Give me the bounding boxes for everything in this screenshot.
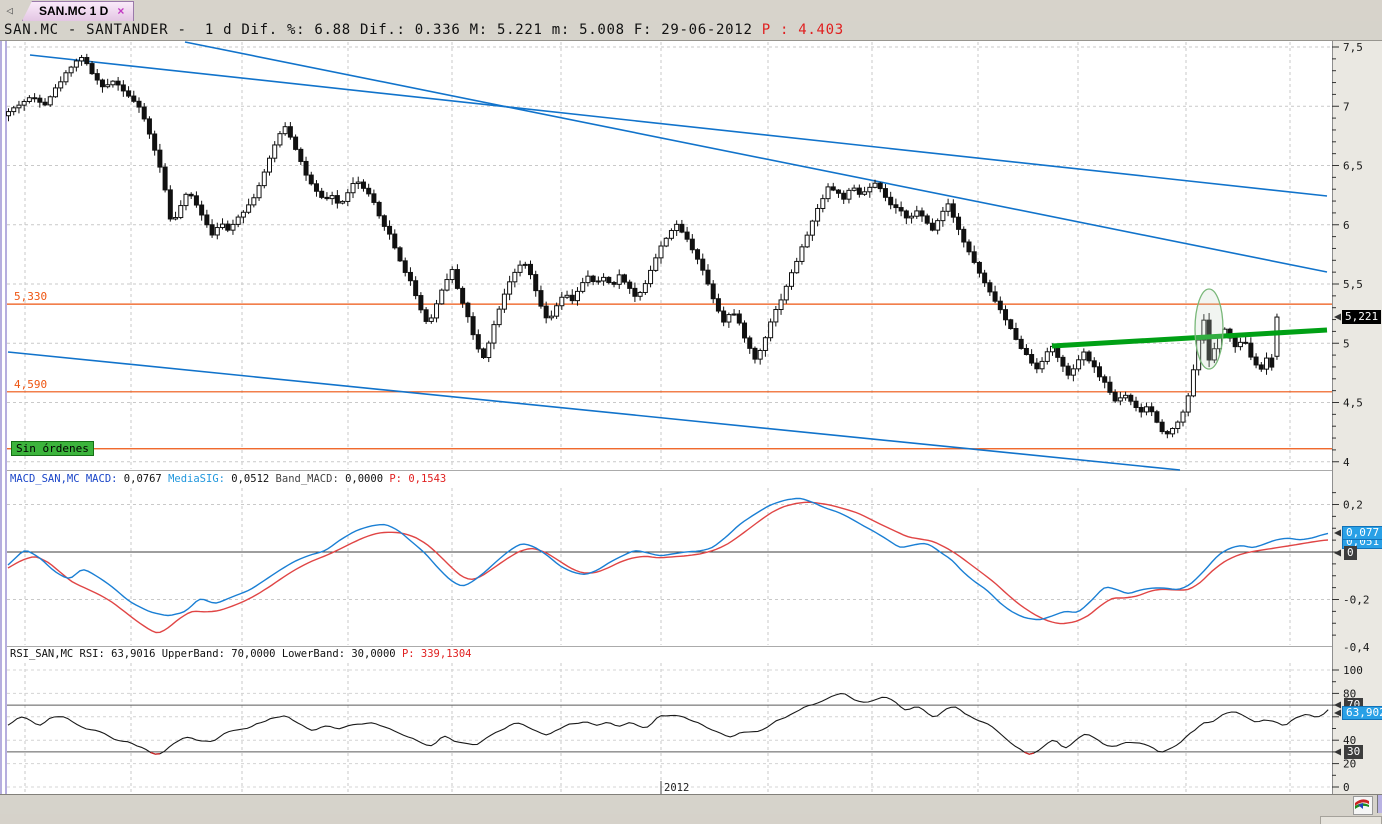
trading-app-window: ◁ SAN.MC 1 D × SAN.MC - SANTANDER - 1 d D… <box>0 0 1382 824</box>
year-label: 2012 <box>664 782 690 794</box>
rsi-chart-area[interactable] <box>7 662 1332 794</box>
last-price-tag: 5,221 <box>1342 310 1382 324</box>
price-chart-area[interactable] <box>7 41 1332 470</box>
right-edge-partial-widget <box>1377 795 1382 813</box>
header-ohlc-info: Dif. %: 6.88 Dif.: 0.336 M: 5.221 m: 5.0… <box>241 22 762 38</box>
macd-chart-area[interactable] <box>7 487 1332 646</box>
macd-label-part-2: MediaSIG: <box>168 473 232 485</box>
macd-label-part-5: 0,0000 <box>345 473 390 485</box>
header-symbol-info: SAN.MC - SANTANDER - 1 d <box>4 22 242 38</box>
macd-label-part-1: 0,0767 <box>123 473 169 485</box>
right-price-axis[interactable] <box>1332 41 1382 794</box>
tab-bar: ◁ SAN.MC 1 D × <box>0 0 1382 21</box>
macd-band-tag: 0 <box>1344 546 1357 560</box>
left-panel-strip <box>0 41 7 814</box>
header-p-value: P : 4.403 <box>761 22 844 38</box>
macd-value-tag: 0,077 <box>1342 526 1382 540</box>
macd-label-part-3: 0,0512 <box>231 473 276 485</box>
tab-label: SAN.MC 1 D <box>39 4 109 18</box>
tab-san-mc-1d[interactable]: SAN.MC 1 D × <box>22 1 135 21</box>
tab-scroll-left-icon[interactable]: ◁ <box>3 3 16 18</box>
macd-label-part-6: P: 0,1543 <box>389 473 447 485</box>
bottom-right-corner-box <box>1320 816 1382 824</box>
app-logo-icon[interactable] <box>1353 796 1373 815</box>
rsi-label-part-1: P: 339,1304 <box>401 648 472 660</box>
chart-header: SAN.MC - SANTANDER - 1 d Dif. %: 6.88 Di… <box>0 21 1382 41</box>
no-orders-badge: Sin órdenes <box>11 441 94 456</box>
rsi-value-tag: 63,902 <box>1342 706 1382 720</box>
date-axis[interactable] <box>0 794 1382 814</box>
rsi-label-part-0: RSI_SAN,MC RSI: 63,9016 UpperBand: 70,00… <box>10 648 402 660</box>
rsi-indicator-label: RSI_SAN,MC RSI: 63,9016 UpperBand: 70,00… <box>7 646 1332 662</box>
tab-close-icon[interactable]: × <box>117 4 124 18</box>
window-bottom-edge <box>0 814 1382 824</box>
macd-indicator-label: MACD_SAN,MC MACD: 0,0767 MediaSIG: 0,051… <box>7 470 1332 487</box>
macd-label-part-0: MACD_SAN,MC MACD: <box>10 473 124 485</box>
rsi-lowerband-tag: 30 <box>1344 745 1364 759</box>
macd-label-part-4: Band_MACD: <box>275 473 346 485</box>
